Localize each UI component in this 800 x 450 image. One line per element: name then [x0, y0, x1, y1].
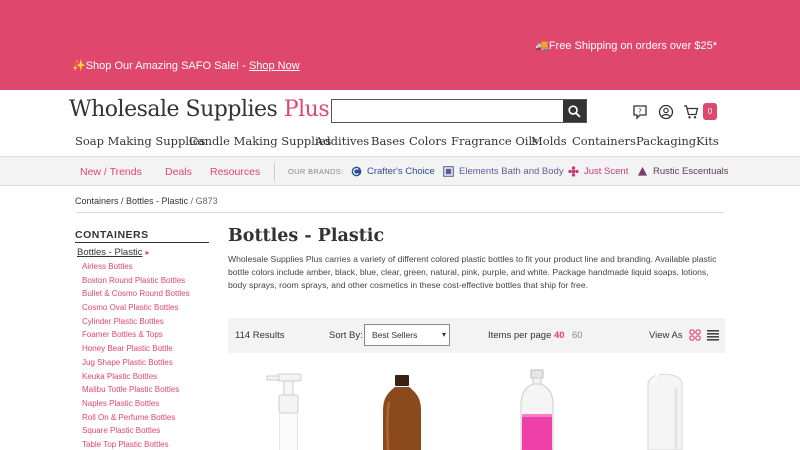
- account-icon: [658, 104, 674, 120]
- search-input[interactable]: [332, 100, 564, 122]
- nav-item-soap-making-supplies[interactable]: Soap Making Supplies: [75, 134, 205, 148]
- new-trends-link[interactable]: New / Trends: [80, 166, 142, 178]
- free-shipping-notice: 🚚Free Shipping on orders over $25*: [535, 40, 717, 52]
- sidebar-item-table-top[interactable]: Table Top Plastic Bottles: [82, 440, 190, 450]
- nav-item-molds[interactable]: Molds: [531, 134, 567, 148]
- site-header: Wholesale Supplies Plus ? 0 Soap Making …: [0, 90, 800, 158]
- list-view-icon[interactable]: [707, 329, 719, 341]
- sidebar-item-cylinder[interactable]: Cylinder Plastic Bottles: [82, 317, 190, 331]
- crafters-choice-icon: [351, 166, 362, 176]
- sidebar-item-malibu-tottle[interactable]: Malibu Tottle Plastic Bottles: [82, 385, 190, 399]
- brand-rustic-escentuals[interactable]: Rustic Escentuals: [637, 164, 729, 178]
- breadcrumb-bottles-plastic[interactable]: Bottles - Plastic: [126, 196, 188, 206]
- brand-elements-bath-and-body[interactable]: Elements Bath and Body: [443, 164, 564, 178]
- sidebar-item-naples[interactable]: Naples Plastic Bottles: [82, 399, 190, 413]
- shop-now-link[interactable]: Shop Now: [249, 60, 300, 72]
- breadcrumb-code: / G873: [188, 196, 218, 206]
- promo-banner: 🚚Free Shipping on orders over $25* ✨Shop…: [0, 0, 800, 90]
- breadcrumb: Containers / Bottles - Plastic / G873: [75, 196, 218, 206]
- svg-text:?: ?: [638, 108, 642, 116]
- sidebar-item-boston-round[interactable]: Boston Round Plastic Bottles: [82, 276, 190, 290]
- just-scent-icon: [568, 165, 579, 177]
- search-icon: [568, 104, 581, 118]
- sidebar-item-square[interactable]: Square Plastic Bottles: [82, 426, 190, 440]
- brand-just-scent[interactable]: Just Scent: [568, 164, 628, 178]
- sort-label: Sort By:: [329, 330, 363, 341]
- account-button[interactable]: [656, 102, 676, 122]
- chat-icon: ?: [633, 105, 647, 120]
- brands-label: OUR BRANDS:: [288, 167, 344, 176]
- cart-icon: [684, 105, 699, 119]
- sale-text: ✨Shop Our Amazing SAFO Sale! -: [72, 60, 249, 72]
- elements-icon: [443, 165, 454, 177]
- brand-label: Crafter's Choice: [367, 165, 435, 177]
- sidebar-item-foamer[interactable]: Foamer Bottles & Tops: [82, 330, 190, 344]
- white-foamer-pump-bottle-image[interactable]: [262, 366, 308, 450]
- nav-item-packaging[interactable]: Packaging: [636, 134, 696, 148]
- logo-main-text: Wholesale Supplies: [69, 97, 284, 122]
- nav-item-candle-making-supplies[interactable]: Candle Making Supplies: [189, 134, 331, 148]
- divider: [75, 242, 209, 243]
- brand-crafters-choice[interactable]: Crafter's Choice: [351, 164, 435, 178]
- breadcrumb-containers[interactable]: Containers: [75, 196, 119, 206]
- sidebar-active-category[interactable]: Bottles - Plastic ▸: [77, 247, 149, 258]
- category-description: Wholesale Supplies Plus carries a variet…: [228, 254, 717, 290]
- sort-selected-value: Best Sellers: [372, 330, 418, 340]
- amber-plastic-bottle-image[interactable]: [378, 366, 426, 450]
- cart-button[interactable]: [681, 102, 701, 122]
- per-page-60[interactable]: 60: [572, 330, 583, 341]
- nav-item-additives[interactable]: Additives: [315, 134, 369, 148]
- sidebar-category-list: Airless Bottles Boston Round Plastic Bot…: [82, 262, 190, 450]
- sidebar-item-bullet-cosmo-round[interactable]: Bullet & Cosmo Round Bottles: [82, 289, 190, 303]
- main-navigation: Soap Making Supplies Candle Making Suppl…: [0, 134, 800, 158]
- chat-button[interactable]: ?: [630, 102, 650, 122]
- results-count: 114 Results: [235, 330, 285, 341]
- view-as-label: View As: [649, 330, 683, 341]
- sidebar-item-roll-on-perfume[interactable]: Roll On & Perfume Bottles: [82, 413, 190, 427]
- logo-accent-text: Plus: [283, 97, 330, 122]
- resources-link[interactable]: Resources: [210, 166, 260, 178]
- sale-announcement: ✨Shop Our Amazing SAFO Sale! - Shop Now: [72, 59, 300, 72]
- divider: [75, 212, 725, 213]
- nav-item-containers[interactable]: Containers: [572, 134, 636, 158]
- brand-label: Rustic Escentuals: [653, 165, 729, 177]
- nav-item-bases[interactable]: Bases: [371, 134, 405, 148]
- per-page-40[interactable]: 40: [554, 330, 565, 341]
- sidebar-active-label: Bottles - Plastic: [77, 247, 143, 258]
- nav-item-colors[interactable]: Colors: [409, 134, 447, 148]
- sidebar-item-keuka[interactable]: Keuka Plastic Bottles: [82, 372, 190, 386]
- nav-item-fragrance-oils[interactable]: Fragrance Oils: [451, 134, 538, 148]
- site-logo[interactable]: Wholesale Supplies Plus: [69, 97, 330, 122]
- clear-bottle-pink-liquid-image[interactable]: [512, 366, 562, 450]
- brand-label: Just Scent: [584, 165, 629, 177]
- secondary-navigation: New / Trends Deals Resources OUR BRANDS:…: [0, 156, 800, 186]
- sidebar-item-airless-bottles[interactable]: Airless Bottles: [82, 262, 190, 276]
- results-toolbar: 114 Results Sort By: Best Sellers ▾ Item…: [228, 318, 725, 353]
- grid-view-icon[interactable]: [689, 329, 701, 341]
- white-bullet-bottle-image[interactable]: [644, 366, 686, 450]
- nav-item-kits[interactable]: Kits: [696, 134, 719, 148]
- rustic-escentuals-icon: [637, 166, 648, 176]
- search-button[interactable]: [563, 100, 586, 122]
- chevron-down-icon: ▾: [441, 330, 446, 339]
- sidebar-title: CONTAINERS: [75, 229, 149, 241]
- caret-right-icon: ▸: [145, 248, 150, 257]
- divider: [274, 163, 275, 181]
- search-box: [331, 99, 587, 123]
- items-per-page-label: Items per page: [488, 330, 552, 341]
- cart-count-badge: 0: [703, 103, 717, 120]
- sidebar-item-cosmo-oval[interactable]: Cosmo Oval Plastic Bottles: [82, 303, 190, 317]
- deals-link[interactable]: Deals: [165, 166, 192, 178]
- breadcrumb-separator: /: [118, 196, 127, 206]
- brand-label: Elements Bath and Body: [459, 165, 564, 177]
- sidebar-item-jug-shape[interactable]: Jug Shape Plastic Bottles: [82, 358, 190, 372]
- page-title: Bottles - Plastic: [228, 226, 385, 246]
- sort-select[interactable]: Best Sellers ▾: [364, 324, 450, 346]
- sidebar-item-honey-bear[interactable]: Honey Bear Plastic Bottle: [82, 344, 190, 358]
